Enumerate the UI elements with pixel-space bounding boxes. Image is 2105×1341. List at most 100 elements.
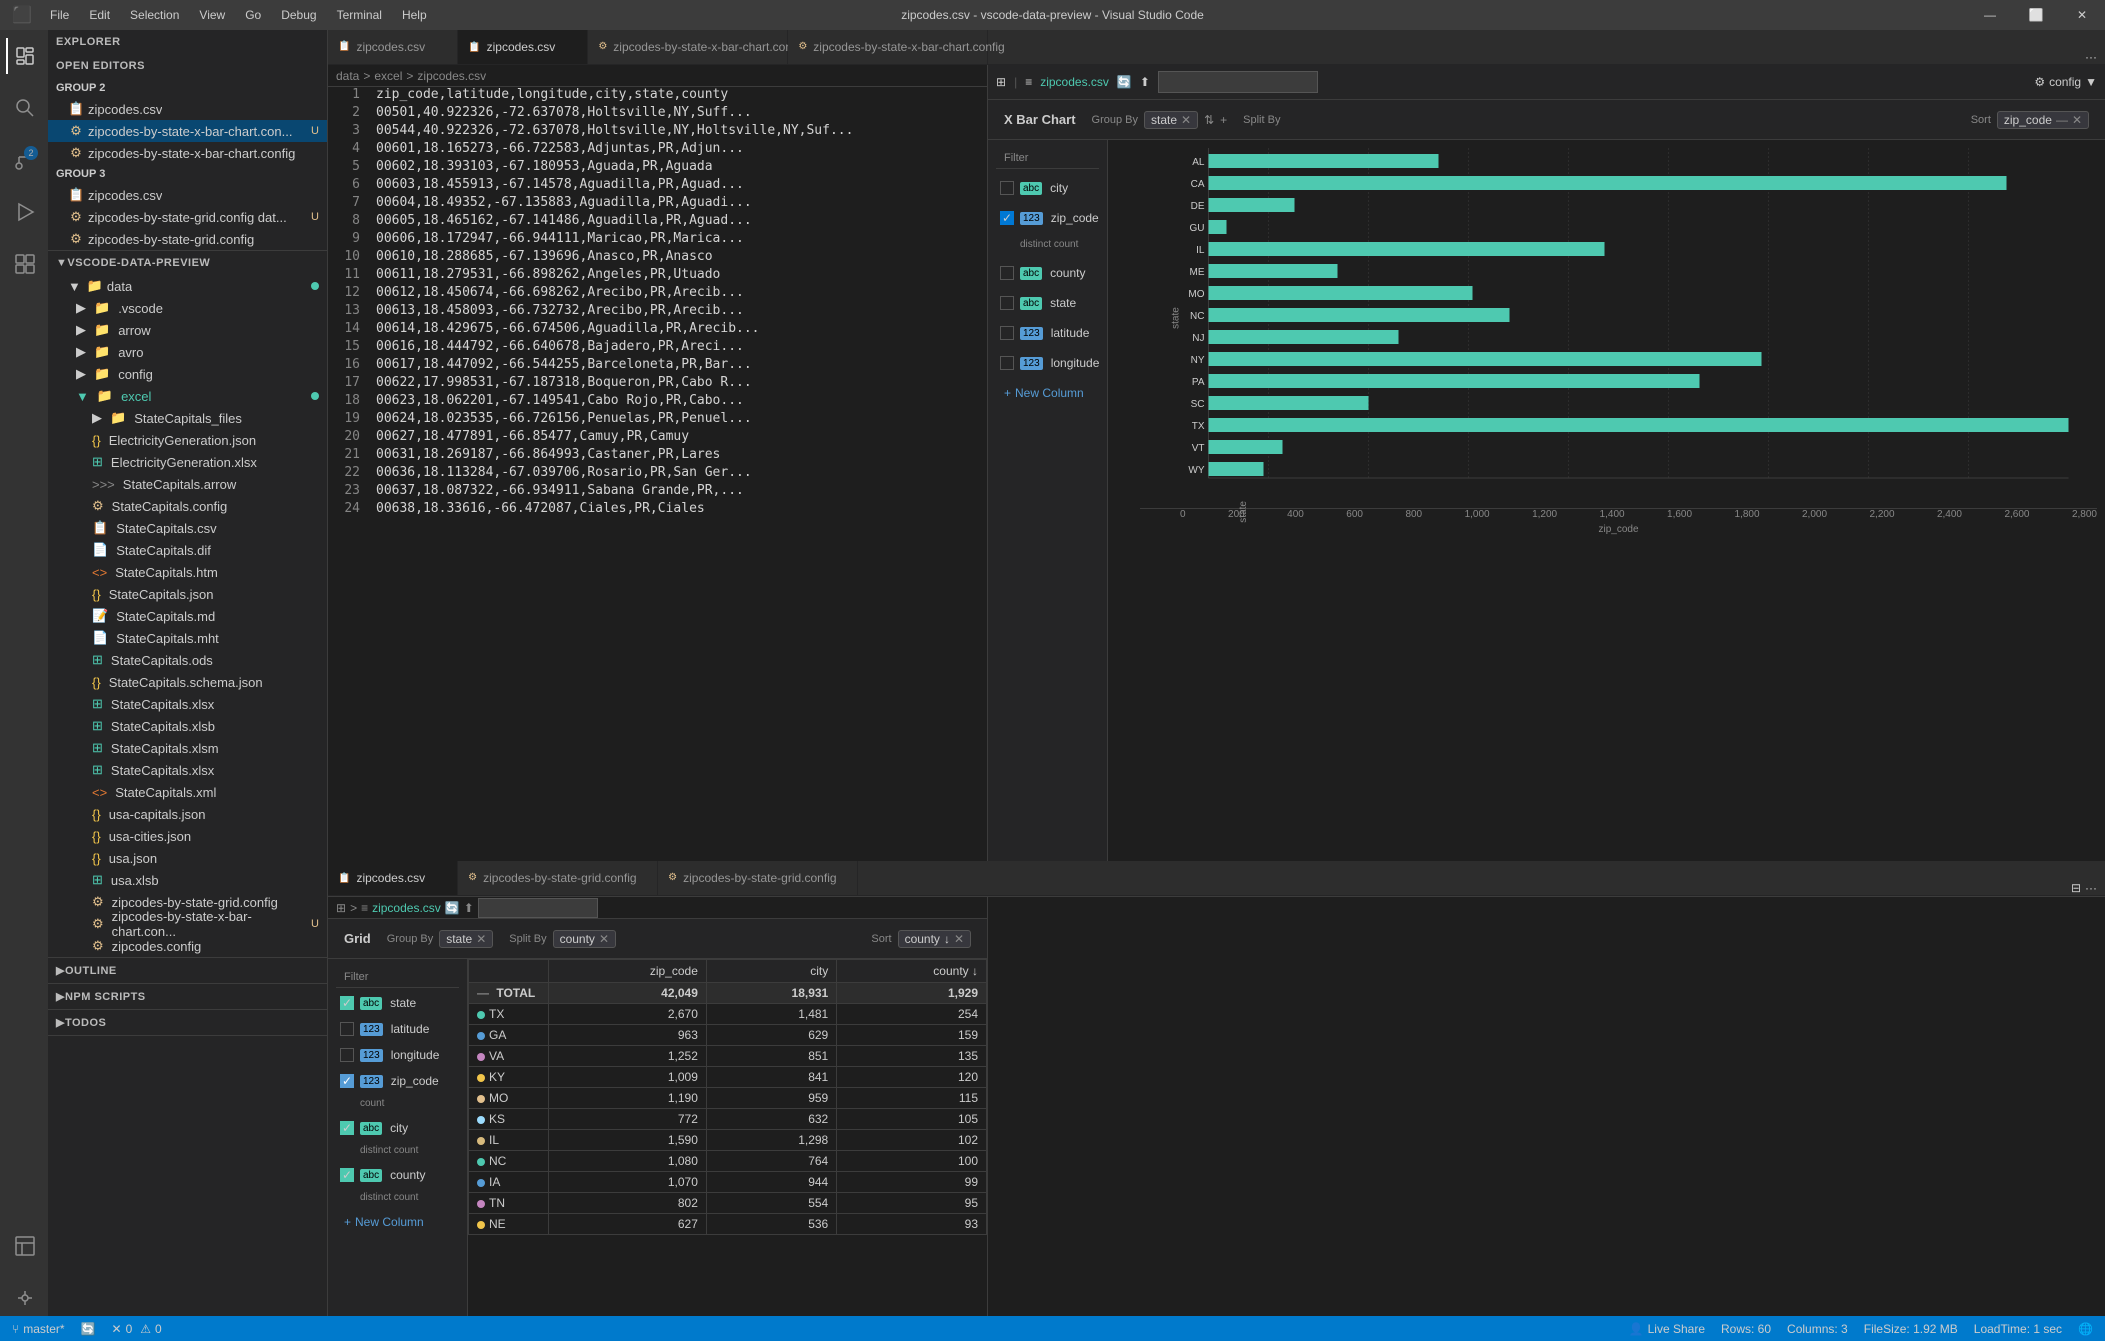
menu-go[interactable]: Go <box>235 0 271 30</box>
tree-statecapitals-xml[interactable]: <>StateCapitals.xml <box>48 781 327 803</box>
lower-bc-save[interactable]: ⬆ <box>464 901 474 915</box>
sort-remove2[interactable]: ✕ <box>2072 113 2082 127</box>
col-header-state[interactable] <box>469 960 549 983</box>
tree-vscode[interactable]: ▶📁.vscode <box>48 297 327 319</box>
tab-grid-config-2[interactable]: ⚙ zipcodes-by-state-grid.config ✕ <box>658 861 858 895</box>
grid-col-longitude-cb[interactable] <box>340 1048 354 1062</box>
grid-new-column-button[interactable]: +New Column <box>336 1211 459 1233</box>
activity-search[interactable] <box>6 90 42 126</box>
grid-col-city[interactable]: ✓ abc city <box>336 1117 459 1139</box>
grid-col-latitude[interactable]: 123 latitude <box>336 1018 459 1040</box>
menu-debug[interactable]: Debug <box>271 0 326 30</box>
filesize-status[interactable]: FileSize: 1.92 MB <box>1864 1322 1958 1336</box>
tree-statecapitals-md[interactable]: 📝StateCapitals.md <box>48 605 327 627</box>
git-branch-status[interactable]: ⑂ master* <box>12 1322 65 1336</box>
tree-statecapitals-xlsb[interactable]: ⊞StateCapitals.xlsb <box>48 715 327 737</box>
rows-status[interactable]: Rows: 60 <box>1721 1322 1771 1336</box>
activity-gitlens[interactable] <box>6 1280 42 1316</box>
col-county[interactable]: abc county <box>996 262 1099 284</box>
grid-col-zipcode-cb[interactable]: ✓ <box>340 1074 354 1088</box>
npm-scripts-header[interactable]: ▶ NPM SCRIPTS <box>48 984 327 1009</box>
errors-status[interactable]: ✕ 0 ⚠ 0 <box>112 1322 162 1336</box>
menu-view[interactable]: View <box>189 0 235 30</box>
col-county-checkbox[interactable] <box>1000 266 1014 280</box>
live-share-status[interactable]: 👤 Live Share <box>1629 1322 1705 1336</box>
tab-zipcodes-csv-1[interactable]: 📋 zipcodes.csv ✕ <box>328 30 458 64</box>
tree-statecapitals-xlsm[interactable]: ⊞StateCapitals.xlsm <box>48 737 327 759</box>
explorer-header[interactable]: EXPLORER <box>48 30 327 54</box>
grid-split-by-remove[interactable]: ✕ <box>599 932 609 946</box>
lower-more-icon[interactable]: ··· <box>2085 881 2097 895</box>
activity-extensions[interactable] <box>6 246 42 282</box>
open-editor-zipcodes-csv-3[interactable]: 📋 zipcodes.csv <box>48 184 327 206</box>
grid-col-state-cb[interactable]: ✓ <box>340 996 354 1010</box>
tree-statecapitals-htm[interactable]: <>StateCapitals.htm <box>48 561 327 583</box>
tree-electricity-xlsx[interactable]: ⊞ElectricityGeneration.xlsx <box>48 451 327 473</box>
activity-data-preview[interactable] <box>6 1228 42 1264</box>
group-by-add[interactable]: + <box>1220 113 1227 127</box>
col-zipcode-checkbox[interactable]: ✓ <box>1000 211 1014 225</box>
maximize-button[interactable]: ⬜ <box>2013 0 2059 30</box>
config-dropdown-trigger[interactable]: ⚙ config ▼ <box>2034 75 2097 89</box>
loadtime-status[interactable]: LoadTime: 1 sec <box>1974 1322 2062 1336</box>
tree-electricity-json[interactable]: {}ElectricityGeneration.json <box>48 429 327 451</box>
more-tabs-icon[interactable]: ··· <box>2085 50 2097 64</box>
menu-file[interactable]: File <box>40 0 79 30</box>
menu-help[interactable]: Help <box>392 0 437 30</box>
tree-excel[interactable]: ▼📁excel <box>48 385 327 407</box>
tab-bar-chart-config-1[interactable]: ⚙ zipcodes-by-state-x-bar-chart.config ✕ <box>588 30 788 64</box>
tree-statecapitals-json[interactable]: {}StateCapitals.json <box>48 583 327 605</box>
minimize-button[interactable]: — <box>1967 0 2013 30</box>
tree-avro[interactable]: ▶📁avro <box>48 341 327 363</box>
tree-zipcode-bar-config[interactable]: ⚙zipcodes-by-state-x-bar-chart.con... U <box>48 913 327 935</box>
lower-split-view-icon[interactable]: ⊟ <box>2071 881 2081 895</box>
grid-col-county[interactable]: ✓ abc county <box>336 1164 459 1186</box>
group-by-remove[interactable]: ✕ <box>1181 113 1191 127</box>
tree-usa-xlsb[interactable]: ⊞usa.xlsb <box>48 869 327 891</box>
col-zipcode[interactable]: ✓ 123 zip_code <box>996 207 1099 229</box>
csv-code-editor[interactable]: 1 zip_code,latitude,longitude,city,state… <box>328 87 987 861</box>
outline-header[interactable]: ▶ OUTLINE <box>48 958 327 983</box>
grid-sort-remove[interactable]: ✕ <box>954 932 964 946</box>
tab-bar-chart-config-2[interactable]: ⚙ zipcodes-by-state-x-bar-chart.config ✕ <box>788 30 988 64</box>
activity-explorer[interactable] <box>6 38 42 74</box>
grid-col-county-cb[interactable]: ✓ <box>340 1168 354 1182</box>
breadcrumb-data[interactable]: data <box>336 69 359 83</box>
group-by-controls[interactable]: ⇅ <box>1204 113 1214 127</box>
activity-run[interactable] <box>6 194 42 230</box>
col-longitude-checkbox[interactable] <box>1000 356 1014 370</box>
new-column-button[interactable]: +New Column <box>996 382 1099 404</box>
breadcrumb-excel[interactable]: excel <box>374 69 402 83</box>
lower-bc-refresh[interactable]: 🔄 <box>445 901 460 915</box>
menu-edit[interactable]: Edit <box>79 0 120 30</box>
col-state[interactable]: abc state <box>996 292 1099 314</box>
col-latitude-checkbox[interactable] <box>1000 326 1014 340</box>
tree-statecapitals-ods[interactable]: ⊞StateCapitals.ods <box>48 649 327 671</box>
grid-group-by-tag[interactable]: state ✕ <box>439 930 493 948</box>
tree-usa-json[interactable]: {}usa.json <box>48 847 327 869</box>
sync-status[interactable]: 🔄 <box>81 1322 96 1336</box>
col-header-county[interactable]: county ↓ <box>837 960 987 983</box>
todos-header[interactable]: ▶ TODOS <box>48 1010 327 1035</box>
breadcrumb-zipcodes-csv[interactable]: zipcodes.csv <box>417 69 486 83</box>
sort-tag[interactable]: zip_code — ✕ <box>1997 111 2089 129</box>
open-editor-grid-config2[interactable]: ⚙ zipcodes-by-state-grid.config <box>48 228 327 250</box>
grid-col-city-cb[interactable]: ✓ <box>340 1121 354 1135</box>
activity-source-control[interactable]: 2 <box>6 142 42 178</box>
open-editor-bar-chart-config2[interactable]: ⚙ zipcodes-by-state-x-bar-chart.config <box>48 142 327 164</box>
close-button[interactable]: ✕ <box>2059 0 2105 30</box>
grid-table-container[interactable]: zip_code city county ↓ — TOTAL <box>468 959 987 1316</box>
vscode-data-preview-header[interactable]: ▼ VSCODE-DATA-PREVIEW <box>48 251 327 275</box>
tree-statecapitals-csv[interactable]: 📋StateCapitals.csv <box>48 517 327 539</box>
open-editor-zipcodes-csv[interactable]: 📋 zipcodes.csv <box>48 98 327 120</box>
tree-statecapitals-arrow[interactable]: >>>StateCapitals.arrow <box>48 473 327 495</box>
tree-statecapitals-xlsx[interactable]: ⊞StateCapitals.xlsx <box>48 693 327 715</box>
globe-icon-status[interactable]: 🌐 <box>2078 1322 2093 1336</box>
tree-usa-cities[interactable]: {}usa-cities.json <box>48 825 327 847</box>
open-editors-header[interactable]: OPEN EDITORS <box>48 54 327 78</box>
tab-zipcodes-csv-lower[interactable]: 📋 zipcodes.csv ✕ <box>328 861 458 895</box>
lower-bc-data[interactable]: ⊞ <box>336 901 346 915</box>
grid-sort-tag[interactable]: county ↓ ✕ <box>898 930 971 948</box>
grid-split-by-tag[interactable]: county ✕ <box>553 930 616 948</box>
tree-statecapitals-schema[interactable]: {}StateCapitals.schema.json <box>48 671 327 693</box>
